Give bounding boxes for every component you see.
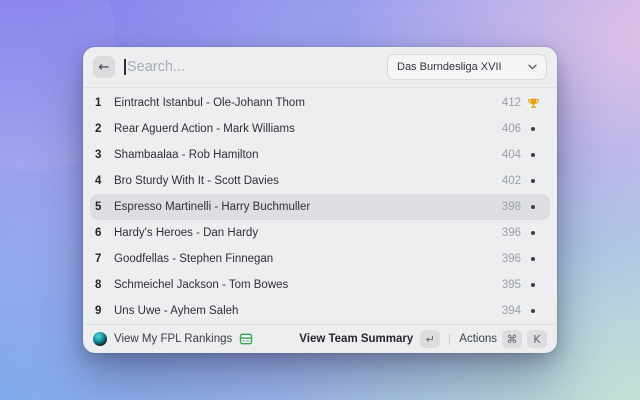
- team-name: Shambaalaa - Rob Hamilton: [114, 149, 485, 161]
- league-dropdown-value: Das Burndesliga XVII: [397, 61, 502, 73]
- marker-cell: [521, 205, 545, 209]
- ranking-row[interactable]: 1 Eintracht Istanbul - Ole-Johann Thom 4…: [90, 90, 550, 116]
- search-bar: ← Das Burndesliga XVII: [83, 47, 557, 87]
- marker-cell: [521, 231, 545, 235]
- k-key-badge: K: [527, 330, 547, 348]
- actions-label: Actions: [459, 333, 497, 345]
- footer-divider: [449, 334, 450, 345]
- team-name: Schmeichel Jackson - Tom Bowes: [114, 279, 485, 291]
- dot-icon: [531, 205, 535, 209]
- points-value: 412: [485, 97, 521, 109]
- points-value: 394: [485, 305, 521, 317]
- team-name: Espresso Martinelli - Harry Buchmuller: [114, 201, 485, 213]
- rank-number: 6: [95, 227, 106, 239]
- trophy-icon: [527, 97, 540, 110]
- command-palette-window: ← Das Burndesliga XVII 1 Eintracht Istan…: [83, 47, 557, 353]
- points-value: 402: [485, 175, 521, 187]
- team-name: Goodfellas - Stephen Finnegan: [114, 253, 485, 265]
- ranking-row[interactable]: 5 Espresso Martinelli - Harry Buchmuller…: [90, 194, 550, 220]
- footer-actions: View Team Summary ↵ Actions ⌘ K: [299, 330, 547, 348]
- command-source-label: View My FPL Rankings: [114, 333, 232, 345]
- rank-number: 8: [95, 279, 106, 291]
- rankings-list: 1 Eintracht Istanbul - Ole-Johann Thom 4…: [83, 88, 557, 324]
- points-value: 398: [485, 201, 521, 213]
- cmd-key-badge: ⌘: [502, 330, 522, 348]
- back-button[interactable]: ←: [93, 56, 115, 78]
- dot-icon: [531, 127, 535, 131]
- marker-cell: [521, 309, 545, 313]
- points-value: 396: [485, 227, 521, 239]
- marker-cell: [521, 283, 545, 287]
- view-team-summary-label: View Team Summary: [299, 333, 413, 345]
- rank-number: 5: [95, 201, 106, 213]
- ranking-row[interactable]: 9 Uns Uwe - Ayhem Saleh 394: [90, 298, 550, 324]
- points-value: 406: [485, 123, 521, 135]
- extension-icon: [93, 332, 107, 346]
- back-arrow-icon: ←: [99, 61, 110, 74]
- ranking-row[interactable]: 2 Rear Aguerd Action - Mark Williams 406: [90, 116, 550, 142]
- enter-key-badge: ↵: [420, 330, 440, 348]
- rank-number: 1: [95, 97, 106, 109]
- marker-cell: [521, 97, 545, 110]
- text-caret: [124, 59, 126, 75]
- marker-cell: [521, 153, 545, 157]
- ranking-row[interactable]: 7 Goodfellas - Stephen Finnegan 396: [90, 246, 550, 272]
- ranking-row[interactable]: 3 Shambaalaa - Rob Hamilton 404: [90, 142, 550, 168]
- search-input[interactable]: [124, 59, 378, 75]
- marker-cell: [521, 179, 545, 183]
- rank-number: 3: [95, 149, 106, 161]
- team-name: Hardy's Heroes - Dan Hardy: [114, 227, 485, 239]
- points-value: 395: [485, 279, 521, 291]
- dot-icon: [531, 309, 535, 313]
- team-name: Bro Sturdy With It - Scott Davies: [114, 175, 485, 187]
- actions-button[interactable]: Actions ⌘ K: [459, 330, 547, 348]
- dot-icon: [531, 153, 535, 157]
- points-value: 396: [485, 253, 521, 265]
- ranking-row[interactable]: 8 Schmeichel Jackson - Tom Bowes 395: [90, 272, 550, 298]
- team-name: Uns Uwe - Ayhem Saleh: [114, 305, 485, 317]
- rank-number: 9: [95, 305, 106, 317]
- league-dropdown[interactable]: Das Burndesliga XVII: [387, 54, 547, 80]
- view-team-summary-button[interactable]: View Team Summary ↵: [299, 330, 440, 348]
- marker-cell: [521, 257, 545, 261]
- search-field-wrap: [124, 47, 378, 87]
- team-name: Rear Aguerd Action - Mark Williams: [114, 123, 485, 135]
- dot-icon: [531, 283, 535, 287]
- dot-icon: [531, 257, 535, 261]
- rank-number: 7: [95, 253, 106, 265]
- team-name: Eintracht Istanbul - Ole-Johann Thom: [114, 97, 485, 109]
- footer-bar: View My FPL Rankings View Team Summary ↵…: [83, 324, 557, 353]
- ranking-row[interactable]: 6 Hardy's Heroes - Dan Hardy 396: [90, 220, 550, 246]
- rank-number: 2: [95, 123, 106, 135]
- dot-icon: [531, 231, 535, 235]
- dot-icon: [531, 179, 535, 183]
- fpl-list-icon: [239, 332, 253, 346]
- points-value: 404: [485, 149, 521, 161]
- ranking-row[interactable]: 4 Bro Sturdy With It - Scott Davies 402: [90, 168, 550, 194]
- marker-cell: [521, 127, 545, 131]
- chevron-down-icon: [528, 64, 537, 70]
- rank-number: 4: [95, 175, 106, 187]
